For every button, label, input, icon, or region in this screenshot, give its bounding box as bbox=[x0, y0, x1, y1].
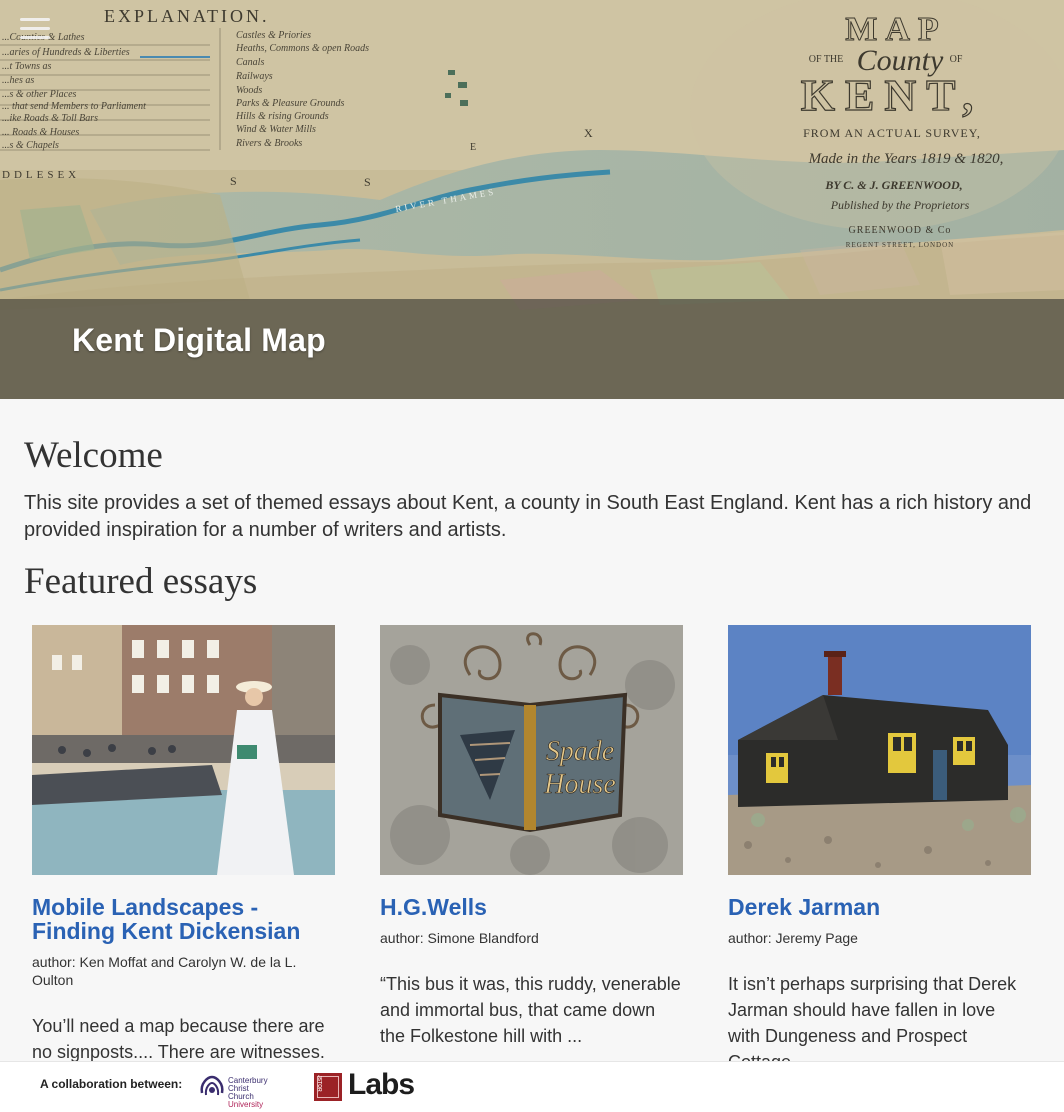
svg-text:X: X bbox=[584, 126, 593, 140]
svg-text:S: S bbox=[364, 175, 371, 189]
essay-title-link[interactable]: H.G.Wells bbox=[380, 895, 683, 919]
svg-text:Canals: Canals bbox=[236, 57, 264, 68]
essay-card: Derek Jarman author: Jeremy Page It isn’… bbox=[728, 625, 1031, 1075]
essay-thumbnail-spade-house[interactable]: Spade House bbox=[380, 625, 683, 875]
canterbury-christ-church-logo[interactable]: Canterbury Christ Church University bbox=[198, 1073, 268, 1109]
essay-excerpt: “This bus it was, this ruddy, venerable … bbox=[380, 974, 681, 1046]
essay-excerpt: It isn’t perhaps surprising that Derek J… bbox=[728, 974, 1017, 1072]
svg-text:...aries of Hundreds & Liberti: ...aries of Hundreds & Liberties bbox=[2, 47, 130, 58]
intro-text: This site provides a set of themed essay… bbox=[24, 492, 1032, 541]
essay-title-link[interactable]: Mobile Landscapes - Finding Kent Dickens… bbox=[32, 895, 335, 943]
svg-text:... that send Members to Parli: ... that send Members to Parliament bbox=[2, 101, 146, 112]
svg-text:FROM AN ACTUAL SURVEY,: FROM AN ACTUAL SURVEY, bbox=[803, 126, 981, 140]
svg-text:DDLESEX: DDLESEX bbox=[2, 169, 80, 181]
svg-text:...t Towns as: ...t Towns as bbox=[2, 61, 51, 72]
map-explanation-heading: EXPLANATION. bbox=[104, 6, 270, 26]
svg-text:Spade: Spade bbox=[546, 736, 614, 767]
svg-text:... Roads & Houses: ... Roads & Houses bbox=[2, 127, 79, 138]
svg-text:Made in the Years 1819 & 1820,: Made in the Years 1819 & 1820, bbox=[808, 151, 1004, 167]
ccc-emblem-icon bbox=[200, 1075, 224, 1096]
svg-text:E: E bbox=[470, 142, 476, 153]
svg-text:REGENT STREET, LONDON: REGENT STREET, LONDON bbox=[846, 241, 954, 249]
essay-excerpt: You’ll need a map because there are no s… bbox=[32, 1016, 325, 1062]
svg-text:Woods: Woods bbox=[236, 85, 262, 96]
essay-author: author: Ken Moffat and Carolyn W. de la … bbox=[32, 954, 297, 988]
hamburger-icon bbox=[20, 18, 50, 21]
collaboration-footer: A collaboration between: Canterbury Chri… bbox=[0, 1061, 1064, 1112]
essay-title-link[interactable]: Derek Jarman bbox=[728, 895, 1031, 919]
svg-text:KENT,: KENT, bbox=[801, 71, 983, 120]
svg-text:...s & other Places: ...s & other Places bbox=[2, 89, 77, 100]
svg-text:S: S bbox=[230, 174, 237, 188]
svg-text:...hes as: ...hes as bbox=[2, 75, 34, 86]
svg-text:Published by the Proprietors: Published by the Proprietors bbox=[830, 198, 970, 212]
welcome-heading: Welcome bbox=[24, 435, 163, 476]
svg-text:OF: OF bbox=[950, 54, 963, 65]
svg-text:Rivers & Brooks: Rivers & Brooks bbox=[235, 138, 302, 149]
svg-text:MAP: MAP bbox=[845, 11, 946, 48]
menu-button[interactable] bbox=[20, 18, 50, 42]
essay-thumbnail-dickens[interactable] bbox=[32, 625, 335, 875]
svg-text:BY C. & J. GREENWOOD,: BY C. & J. GREENWOOD, bbox=[824, 178, 962, 192]
site-title[interactable]: Kent Digital Map bbox=[72, 322, 326, 359]
svg-text:GREENWOOD & Co: GREENWOOD & Co bbox=[849, 225, 952, 236]
svg-text:Wind & Water Mills: Wind & Water Mills bbox=[236, 124, 316, 135]
essay-card: Spade House H.G.Wells author: Simone Bla… bbox=[380, 625, 683, 1049]
svg-text:Heaths, Commons & open Roads: Heaths, Commons & open Roads bbox=[235, 43, 369, 54]
essay-thumbnail-prospect-cottage[interactable] bbox=[728, 625, 1031, 875]
svg-text:Castles & Priories: Castles & Priories bbox=[236, 30, 311, 41]
labs-wordmark: Labs bbox=[348, 1068, 415, 1101]
svg-text:Hills & rising Grounds: Hills & rising Grounds bbox=[235, 111, 329, 122]
jstor-mark-icon: JSTOR bbox=[314, 1073, 342, 1101]
essay-author: author: Jeremy Page bbox=[728, 930, 858, 946]
collaboration-label: A collaboration between: bbox=[40, 1077, 183, 1091]
svg-text:...ike Roads & Toll Bars: ...ike Roads & Toll Bars bbox=[2, 113, 98, 124]
essay-card: Mobile Landscapes - Finding Kent Dickens… bbox=[32, 625, 335, 1065]
svg-text:OF THE: OF THE bbox=[809, 54, 844, 65]
svg-text:Parks & Pleasure Grounds: Parks & Pleasure Grounds bbox=[235, 98, 345, 109]
svg-text:...s & Chapels: ...s & Chapels bbox=[2, 140, 59, 151]
hero-banner: EXPLANATION. ...Counties & Lathes ...ari… bbox=[0, 0, 1064, 399]
svg-text:House: House bbox=[543, 769, 616, 800]
essay-author: author: Simone Blandford bbox=[380, 930, 539, 946]
featured-essays-heading: Featured essays bbox=[24, 561, 258, 602]
svg-text:Railways: Railways bbox=[235, 71, 273, 82]
